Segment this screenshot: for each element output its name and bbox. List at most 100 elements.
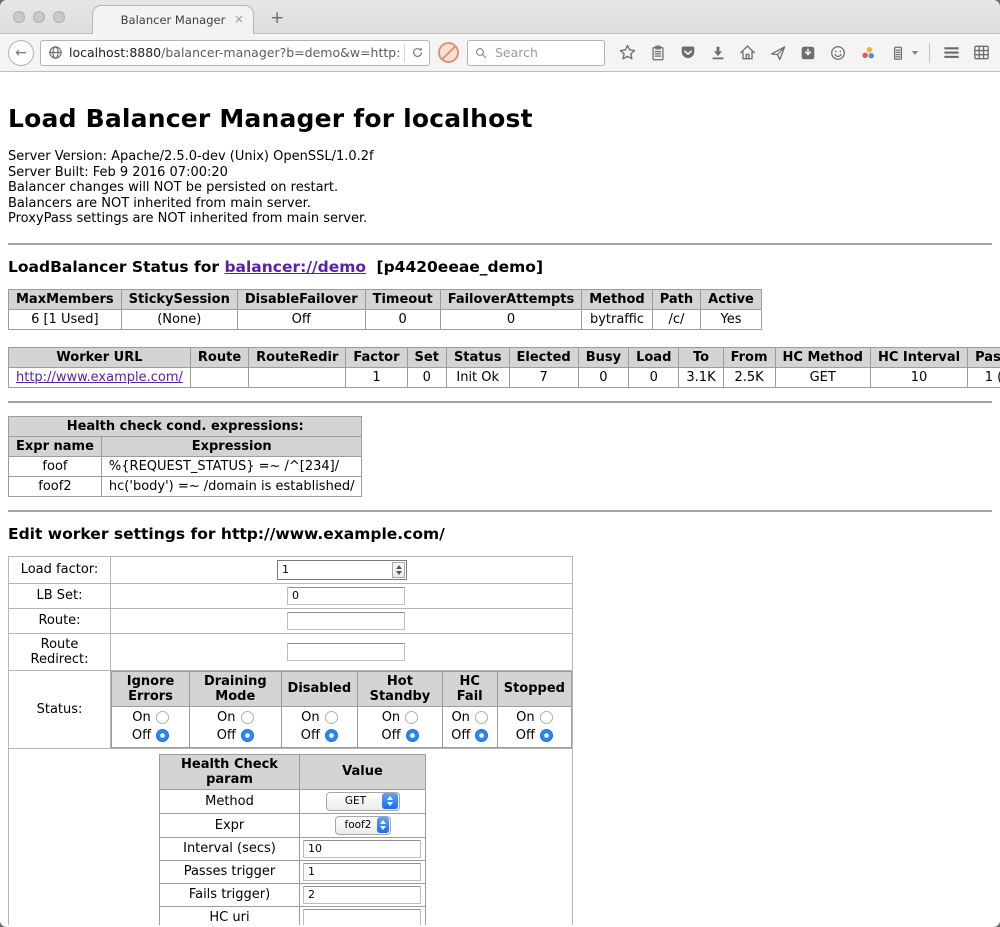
load-factor-row: Load factor: bbox=[9, 556, 573, 583]
minimize-window-button[interactable] bbox=[33, 11, 45, 23]
expr-name: foof2 bbox=[9, 476, 102, 496]
hc-fail-off-radio[interactable] bbox=[475, 729, 488, 742]
disabled-cell: On Off bbox=[281, 706, 358, 747]
bookmark-star-icon[interactable] bbox=[617, 42, 638, 64]
route-input[interactable] bbox=[287, 612, 405, 630]
bookmarks-clipboard-icon[interactable] bbox=[647, 42, 668, 64]
col-elected: Elected bbox=[509, 347, 578, 367]
hc-passes-label: Passes trigger bbox=[160, 860, 300, 883]
page-title: Load Balancer Manager for localhost bbox=[8, 104, 992, 133]
close-window-button[interactable] bbox=[13, 11, 25, 23]
tab-balancer-manager[interactable]: Balancer Manager × bbox=[92, 5, 254, 34]
download-manager-icon[interactable] bbox=[797, 42, 818, 64]
home-icon[interactable] bbox=[737, 42, 758, 64]
ignore-errors-off-radio[interactable] bbox=[156, 729, 169, 742]
route-redirect-input[interactable] bbox=[287, 643, 405, 661]
back-button[interactable]: ← bbox=[8, 40, 34, 66]
hc-expr-select[interactable]: foof2 bbox=[335, 816, 391, 835]
col-hot-standby: Hot Standby bbox=[358, 671, 443, 706]
col-hc-fail: HC Fail bbox=[442, 671, 497, 706]
load-factor-label: Load factor: bbox=[9, 556, 111, 583]
route-redirect-label: Route Redirect: bbox=[9, 633, 111, 670]
hc-method-select[interactable]: GET bbox=[326, 792, 400, 811]
col-busy: Busy bbox=[578, 347, 628, 367]
url-bar[interactable]: localhost:8880/balancer-manager?b=demo&w… bbox=[40, 40, 430, 66]
expr-table-title: Health check cond. expressions: bbox=[9, 416, 362, 436]
load-factor-field[interactable] bbox=[277, 560, 407, 580]
health-check-row: Health Check param Value Method GET bbox=[9, 748, 573, 925]
col-expression: Expression bbox=[101, 436, 362, 456]
col-maxmembers: MaxMembers bbox=[9, 289, 122, 309]
load-factor-input[interactable] bbox=[278, 563, 392, 576]
draining-mode-on-radio[interactable] bbox=[241, 711, 254, 724]
hot-standby-on-radio[interactable] bbox=[405, 711, 418, 724]
ignore-errors-on-radio[interactable] bbox=[156, 711, 169, 724]
col-hc-interval: HC Interval bbox=[870, 347, 967, 367]
hc-fail-cell: On Off bbox=[442, 706, 497, 747]
on-label: On bbox=[301, 709, 319, 727]
send-plane-icon[interactable] bbox=[767, 42, 788, 64]
stopped-on-radio[interactable] bbox=[540, 711, 553, 724]
lb-set-input[interactable] bbox=[287, 587, 405, 605]
lb-set-label: LB Set: bbox=[9, 583, 111, 608]
hc-expr-selected-value: foof2 bbox=[345, 819, 378, 831]
col-from: From bbox=[723, 347, 775, 367]
battery-extension-icon[interactable] bbox=[887, 42, 908, 64]
new-tab-button[interactable]: + bbox=[270, 8, 284, 28]
heading-suffix: [p4420eeae_demo] bbox=[376, 258, 543, 276]
heading-prefix: LoadBalancer Status for bbox=[8, 258, 224, 276]
hc-fails-label: Fails trigger) bbox=[160, 883, 300, 906]
col-set: Set bbox=[407, 347, 446, 367]
route-redirect-row: Route Redirect: bbox=[9, 633, 573, 670]
number-spinner-icon[interactable] bbox=[392, 562, 405, 578]
status-radio-row: On Off On Off On Off bbox=[112, 706, 572, 747]
colored-dots-extension-icon[interactable] bbox=[857, 42, 878, 64]
disabled-off-radio[interactable] bbox=[325, 729, 338, 742]
chevron-down-icon[interactable] bbox=[912, 51, 918, 55]
stopped-off-radio[interactable] bbox=[540, 729, 553, 742]
val-timeout: 0 bbox=[365, 309, 440, 329]
hot-standby-off-radio[interactable] bbox=[406, 729, 419, 742]
worker-factor: 1 bbox=[346, 367, 407, 387]
hc-header-row: Health Check param Value bbox=[160, 754, 426, 789]
col-method: Method bbox=[582, 289, 652, 309]
col-ignore-errors: Ignore Errors bbox=[112, 671, 190, 706]
on-label: On bbox=[132, 709, 150, 727]
worker-from: 2.5K bbox=[723, 367, 775, 387]
pocket-icon[interactable] bbox=[677, 42, 698, 64]
on-label: On bbox=[217, 709, 235, 727]
hc-interval-input[interactable] bbox=[303, 840, 421, 858]
disabled-on-radio[interactable] bbox=[325, 711, 338, 724]
content-blocked-icon[interactable] bbox=[438, 42, 459, 63]
emoji-smiley-icon[interactable] bbox=[827, 42, 848, 64]
select-arrows-icon bbox=[382, 793, 398, 809]
downloads-icon[interactable] bbox=[707, 42, 728, 64]
hc-passes-input[interactable] bbox=[303, 863, 421, 881]
browser-window: Balancer Manager × + ← localhost:8880/ba… bbox=[0, 0, 1000, 927]
worker-url-link[interactable]: http://www.example.com/ bbox=[16, 370, 183, 385]
url-divider bbox=[404, 44, 405, 62]
sidebar-grid-icon[interactable] bbox=[971, 42, 992, 64]
url-domain: localhost:8880 bbox=[69, 45, 161, 60]
val-active: Yes bbox=[701, 309, 762, 329]
col-stopped: Stopped bbox=[497, 671, 571, 706]
search-bar[interactable] bbox=[467, 40, 605, 66]
tab-close-icon[interactable]: × bbox=[234, 13, 244, 25]
hc-fails-input[interactable] bbox=[303, 886, 421, 904]
url-text[interactable]: localhost:8880/balancer-manager?b=demo&w… bbox=[69, 45, 399, 60]
off-label: Off bbox=[217, 727, 236, 745]
draining-mode-cell: On Off bbox=[190, 706, 281, 747]
draining-mode-off-radio[interactable] bbox=[241, 729, 254, 742]
hc-uri-input[interactable] bbox=[303, 909, 421, 926]
worker-row: http://www.example.com/ 1 0 Init Ok 7 0 … bbox=[9, 367, 1000, 387]
select-arrows-icon bbox=[377, 817, 388, 833]
menu-hamburger-icon[interactable] bbox=[941, 42, 962, 64]
zoom-window-button[interactable] bbox=[53, 11, 65, 23]
toolbar-icons bbox=[617, 42, 992, 64]
balancer-demo-link[interactable]: balancer://demo bbox=[224, 258, 366, 276]
server-info: Server Version: Apache/2.5.0-dev (Unix) … bbox=[8, 149, 992, 227]
col-stickysession: StickySession bbox=[121, 289, 237, 309]
reload-button[interactable] bbox=[410, 45, 425, 60]
hc-fail-on-radio[interactable] bbox=[475, 711, 488, 724]
search-input[interactable] bbox=[493, 44, 583, 61]
